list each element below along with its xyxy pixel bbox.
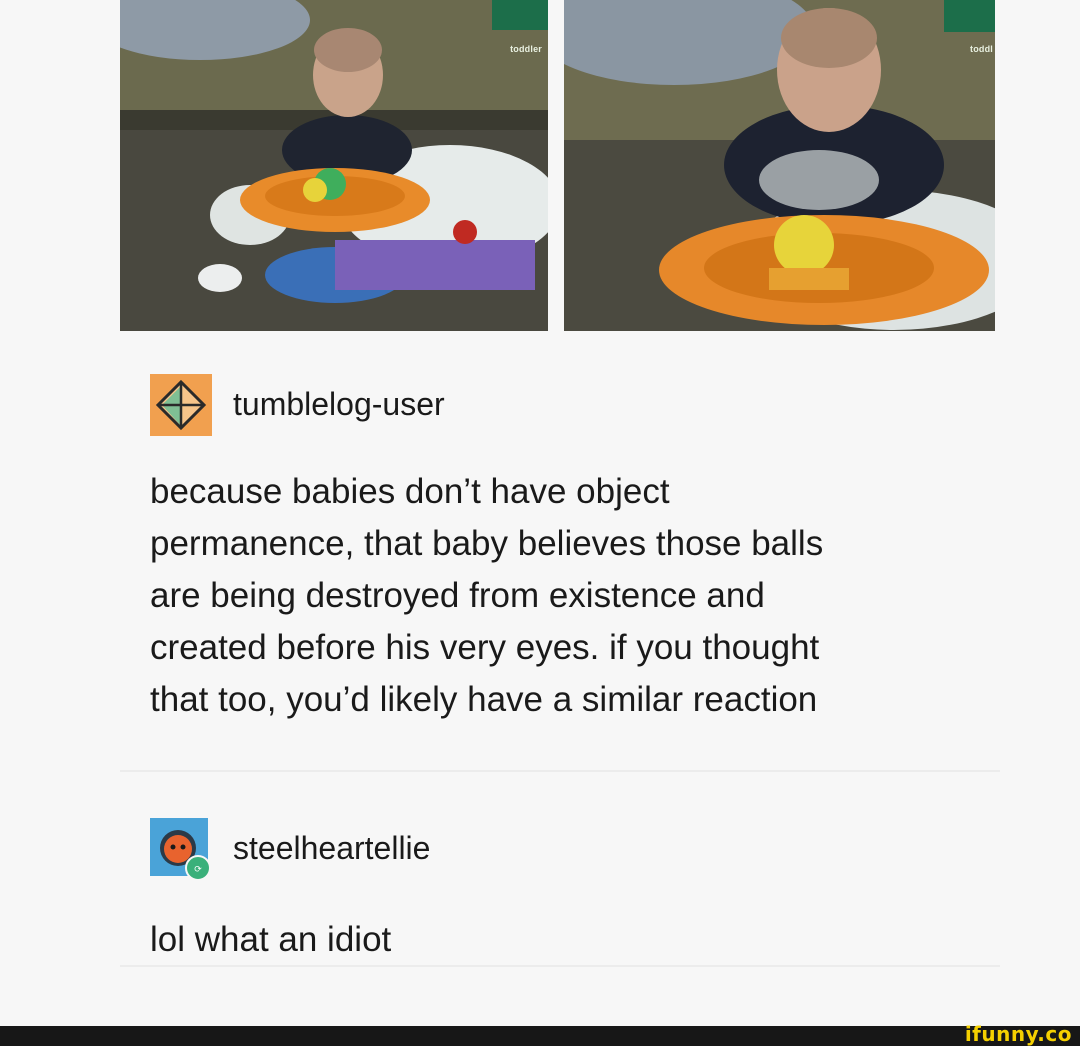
watermark-bar: ifunny.co	[0, 1022, 1080, 1046]
photo-right-channel-tag: toddl	[970, 44, 993, 54]
post-body-line: permanence, that baby believes those bal…	[150, 524, 824, 563]
post-body-line: because babies don’t have object	[150, 472, 670, 511]
ifunny-watermark: ifunny.co	[964, 1022, 1072, 1046]
svg-text:⟳: ⟳	[194, 865, 202, 875]
baby-photo-right-image	[564, 0, 995, 331]
diamond-pyramid-avatar-icon	[150, 374, 212, 436]
post-body-line: created before his very eyes. if you tho…	[150, 628, 820, 667]
post-username[interactable]: tumblelog-user	[233, 386, 445, 423]
photo-left-channel-tag: toddler	[510, 44, 542, 54]
reply-avatar[interactable]: ⟳	[150, 818, 212, 880]
post-divider	[120, 770, 1000, 772]
reply-body: lol what an idiot	[150, 920, 392, 959]
baby-photo-left: toddler	[120, 0, 548, 331]
baby-photo-right: toddl	[564, 0, 995, 331]
reply-divider	[120, 965, 1000, 967]
post-body: because babies don’t have object permane…	[150, 466, 990, 726]
character-face-avatar-icon: ⟳	[150, 818, 211, 880]
post-body-line: are being destroyed from existence and	[150, 576, 765, 615]
baby-photo-left-image	[120, 0, 548, 331]
post-body-line: that too, you’d likely have a similar re…	[150, 680, 818, 719]
user-avatar[interactable]	[150, 374, 212, 436]
reply-username[interactable]: steelheartellie	[233, 830, 430, 867]
